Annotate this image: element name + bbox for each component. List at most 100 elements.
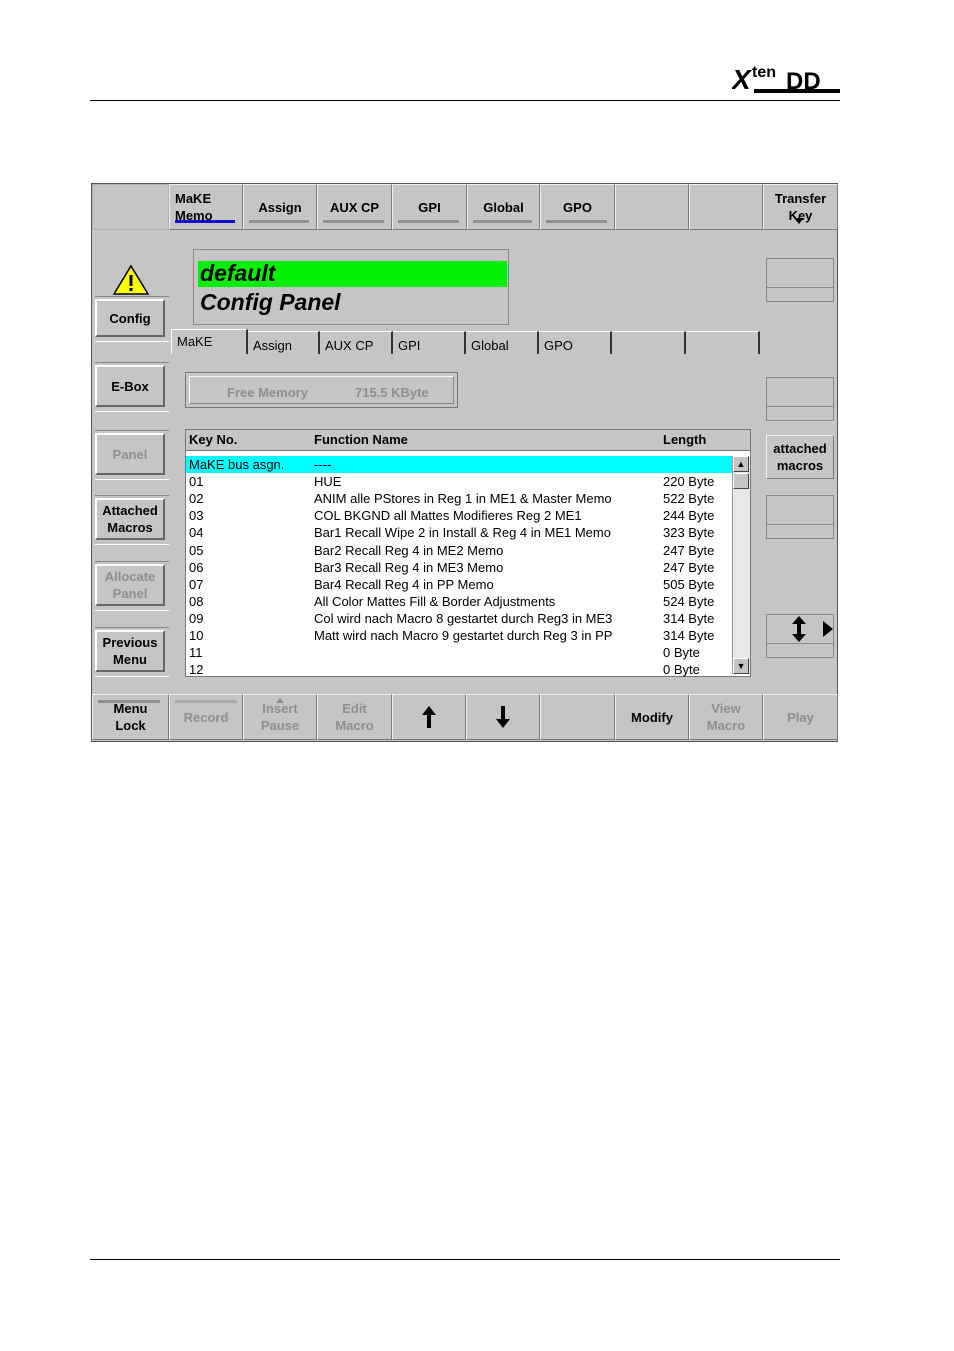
macro-list[interactable]: Key No. Function Name Length MaKE bus as… [185,429,751,677]
bottom-button-label: Edit Macro [335,701,374,733]
table-row[interactable]: 05 Bar2 Recall Reg 4 in ME2 Memo 247 Byt… [186,542,732,559]
bottom-button-6[interactable] [540,694,615,740]
table-row[interactable]: MaKE bus asgn. ---- [186,456,732,473]
table-row[interactable]: 12 0 Byte [186,661,732,678]
bottom-button-5[interactable] [466,694,540,740]
top-blank-left [92,184,169,230]
free-memory-value: 715.5 KByte [355,385,429,400]
e-box-button[interactable]: E-Box [95,365,165,407]
record-indicator [175,700,237,703]
bottom-button-label: Play [787,709,814,725]
top-tab-0[interactable]: MaKE Memo [169,184,243,230]
cell-key-no: 11 [189,645,203,661]
top-tab-4[interactable]: Global [467,184,540,230]
inner-tab-0[interactable]: MaKE [171,329,248,357]
cell-key-no: 10 [189,628,204,643]
top-tab-label: Assign [258,199,302,215]
header-length: Length [663,432,707,447]
cell-function-name: Bar2 Recall Reg 4 in ME2 Memo [314,542,504,558]
cell-length: 247 Byte [663,559,715,575]
cell-key-no: 09 [189,610,204,626]
bottom-button-8[interactable]: View Macro [689,694,763,740]
attached-macros-toggle[interactable]: attached macros [766,435,834,479]
menu-lock-indicator [98,700,160,703]
small-up-arrow-icon [276,698,284,703]
config-panel-screen: MaKE Memo Assign AUX CP GPI Global GPO T… [91,183,838,742]
scroll-control[interactable] [766,614,834,658]
cell-function-name: COL BKGND all Mattes Modifieres Reg 2 ME… [314,508,582,524]
table-row[interactable]: 01 HUE 220 Byte [186,473,732,490]
inner-tab-7[interactable] [686,331,760,355]
allocate-panel-button[interactable]: Allocate Panel [95,564,165,606]
table-row[interactable]: 06 Bar3 Recall Reg 4 in ME3 Memo 247 Byt… [186,559,732,576]
inner-tab-6[interactable] [612,331,686,355]
cell-function-name: Bar1 Recall Wipe 2 in Install & Reg 4 in… [314,525,611,541]
bottom-button-3[interactable]: Edit Macro [317,694,392,740]
svg-text:X: X [732,64,753,95]
cell-length: 314 Byte [663,628,715,643]
inner-tab-1[interactable]: Assign [248,331,320,355]
bottom-button-7[interactable]: Modify [615,694,689,740]
top-tab-label: GPI [418,199,441,215]
arrow-up-icon [422,706,436,728]
inner-tab-4[interactable]: Global [466,331,539,355]
top-tab-3[interactable]: GPI [392,184,467,230]
previous-menu-button[interactable]: Previous Menu [95,630,165,672]
cell-key-no: 05 [189,542,204,558]
top-tab-5[interactable]: GPO [540,184,615,230]
table-row[interactable]: 07 Bar4 Recall Reg 4 in PP Memo 505 Byte [186,576,732,593]
bottom-button-4[interactable] [392,694,466,740]
arrow-down-icon [496,706,510,728]
top-tab-indicator [249,220,309,223]
header-rule [90,100,840,101]
cell-key-no: 04 [189,525,204,541]
bottom-button-label: Record [183,709,229,725]
table-row[interactable]: 10 Matt wird nach Macro 9 gestartet durc… [186,627,732,644]
table-row[interactable]: 08 All Color Mattes Fill & Border Adjust… [186,593,732,610]
macro-title-box: default Config Panel [193,249,509,325]
bottom-button-label: Modify [631,709,673,725]
footer-rule [90,1259,840,1260]
table-row[interactable]: 04 Bar1 Recall Wipe 2 in Install & Reg 4… [186,524,732,541]
title-config-panel: Config Panel [200,289,341,315]
inner-tab-2[interactable]: AUX CP [320,331,393,355]
attached-macros-button[interactable]: Attached Macros [95,498,165,540]
top-tab-indicator [546,220,607,223]
top-tab-6[interactable] [615,184,689,230]
top-tab-indicator [175,220,235,223]
top-tab-label: MaKE Memo [175,191,213,223]
top-tab-indicator [473,220,532,223]
cell-function-name: HUE [314,474,342,490]
bottom-button-label: Insert Pause [260,701,300,733]
cell-length: 524 Byte [663,593,715,609]
table-row[interactable]: 02 ANIM alle PStores in Reg 1 in ME1 & M… [186,490,732,507]
cell-length: 522 Byte [663,491,715,507]
right-slot-1 [766,258,834,302]
svg-text:ten: ten [752,64,776,81]
top-tab-2[interactable]: AUX CP [317,184,392,230]
table-row[interactable]: 03 COL BKGND all Mattes Modifieres Reg 2… [186,507,732,524]
up-down-arrow-icon[interactable] [791,616,807,642]
cell-key-no: MaKE bus asgn. [189,457,285,472]
bottom-button-label: View Macro [706,701,746,733]
scroll-up-icon[interactable]: ▲ [733,456,749,472]
chevron-down-icon [794,218,804,224]
table-row[interactable]: 09 Col wird nach Macro 8 gestartet durch… [186,610,732,627]
scroll-down-icon[interactable]: ▼ [733,658,749,674]
cell-key-no: 07 [189,576,204,592]
panel-button[interactable]: Panel [95,433,165,475]
top-tab-7[interactable] [689,184,763,230]
scroll-thumb[interactable] [733,473,749,489]
bottom-button-9[interactable]: Play [763,694,838,740]
top-tab-1[interactable]: Assign [243,184,317,230]
top-tab-label: AUX CP [329,199,380,215]
inner-tab-5[interactable]: GPO [539,331,612,355]
header-key-no: Key No. [189,432,238,447]
table-row[interactable]: 11 0 Byte [186,644,732,661]
inner-tab-3[interactable]: GPI [393,331,466,355]
cell-key-no: 03 [189,508,204,524]
config-button[interactable]: Config [95,299,165,337]
triangle-right-icon[interactable] [823,621,833,637]
top-tab-label: Global [483,199,524,215]
macro-list-scrollbar[interactable]: ▲ ▼ [732,456,750,674]
